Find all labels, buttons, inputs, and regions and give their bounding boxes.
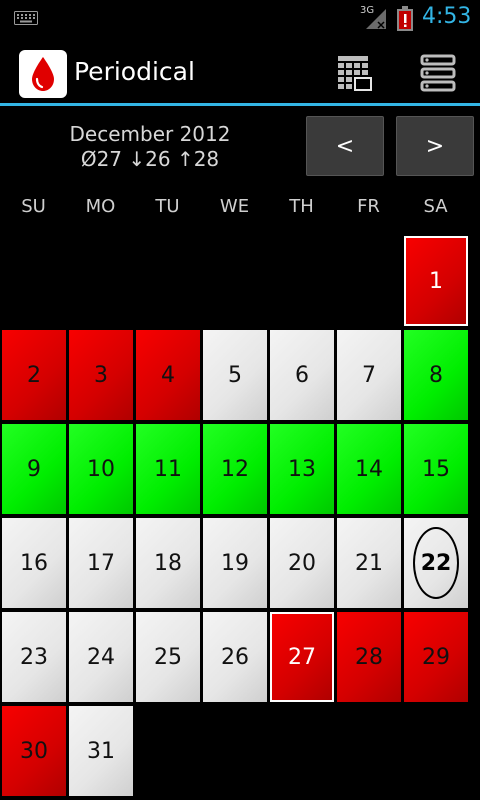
day-number: 21 [355,550,383,576]
day-number: 12 [221,456,249,482]
battery-alert-icon [397,6,413,31]
day-cell-21[interactable]: 21 [337,518,401,608]
day-number: 28 [355,644,383,670]
action-bar-divider [0,103,480,106]
weekday-label: WE [219,196,250,217]
weekday-label: MO [85,196,116,217]
day-cell-22[interactable]: 22 [404,518,468,608]
blood-drop-icon [32,57,54,91]
next-month-button[interactable]: > [396,116,474,176]
day-number: 15 [422,456,450,482]
day-number: 20 [288,550,316,576]
day-number: 11 [154,456,182,482]
day-cell-9[interactable]: 9 [2,424,66,514]
day-cell-23[interactable]: 23 [2,612,66,702]
day-number: 26 [221,644,249,670]
day-number: 25 [154,644,182,670]
calendar-button[interactable] [330,50,378,96]
app-icon[interactable] [19,50,67,98]
day-number: 24 [87,644,115,670]
day-cell-17[interactable]: 17 [69,518,133,608]
day-cell-18[interactable]: 18 [136,518,200,608]
weekday-label: FR [357,196,380,217]
day-cell-6[interactable]: 6 [270,330,334,420]
status-bar: 3G 4:53 [0,0,480,38]
day-number: 31 [87,738,115,764]
day-number: 18 [154,550,182,576]
weekday-label: SU [21,196,46,217]
day-number: 14 [355,456,383,482]
day-cell-5[interactable]: 5 [203,330,267,420]
keyboard-icon [14,11,38,25]
today-marker: 22 [413,527,459,599]
day-number: 2 [27,362,41,388]
day-cell-29[interactable]: 29 [404,612,468,702]
day-cell-25[interactable]: 25 [136,612,200,702]
calendar-icon [338,56,372,91]
list-button[interactable] [414,50,462,96]
day-cell-8[interactable]: 8 [404,330,468,420]
day-number: 23 [20,644,48,670]
day-number: 8 [429,362,443,388]
day-cell-19[interactable]: 19 [203,518,267,608]
app-title: Periodical [74,57,195,86]
day-cell-11[interactable]: 11 [136,424,200,514]
weekday-label: SA [423,196,448,217]
month-header: December 2012 Ø27 ↓26 ↑28 [40,122,260,172]
day-cell-1[interactable]: 1 [404,236,468,326]
action-bar: Periodical [0,38,480,106]
signal-icon [366,9,386,29]
calendar-grid: 1 2 3 4 5 6 7 8 9 10 11 12 13 14 15 16 17 18 19 20 21 22 23 24 2… [0,236,480,800]
day-cell-20[interactable]: 20 [270,518,334,608]
weekday-label: TU [155,196,180,217]
list-icon [420,54,456,92]
cycle-stats: Ø27 ↓26 ↑28 [80,147,220,171]
day-cell-31[interactable]: 31 [69,706,133,796]
status-clock: 4:53 [422,4,472,29]
day-number: 29 [422,644,450,670]
weekday-header: SU MO TU WE TH FR SA [0,196,480,224]
day-number: 3 [94,362,108,388]
day-cell-30[interactable]: 30 [2,706,66,796]
day-number: 9 [27,456,41,482]
day-cell-3[interactable]: 3 [69,330,133,420]
day-cell-28[interactable]: 28 [337,612,401,702]
day-cell-27[interactable]: 27 [270,612,334,702]
day-number: 17 [87,550,115,576]
day-cell-15[interactable]: 15 [404,424,468,514]
day-cell-4[interactable]: 4 [136,330,200,420]
day-cell-12[interactable]: 12 [203,424,267,514]
day-number: 27 [288,644,316,670]
day-number: 16 [20,550,48,576]
day-number: 30 [20,738,48,764]
day-number: 7 [362,362,376,388]
day-cell-16[interactable]: 16 [2,518,66,608]
weekday-label: TH [289,196,314,217]
day-number: 19 [221,550,249,576]
day-number: 6 [295,362,309,388]
month-title: December 2012 [69,122,231,146]
prev-month-button[interactable]: < [306,116,384,176]
day-cell-24[interactable]: 24 [69,612,133,702]
day-cell-13[interactable]: 13 [270,424,334,514]
day-cell-7[interactable]: 7 [337,330,401,420]
day-cell-26[interactable]: 26 [203,612,267,702]
day-cell-14[interactable]: 14 [337,424,401,514]
day-number: 10 [87,456,115,482]
day-number: 4 [161,362,175,388]
day-number: 13 [288,456,316,482]
day-cell-10[interactable]: 10 [69,424,133,514]
day-number: 1 [429,268,443,294]
day-number: 5 [228,362,242,388]
day-cell-2[interactable]: 2 [2,330,66,420]
